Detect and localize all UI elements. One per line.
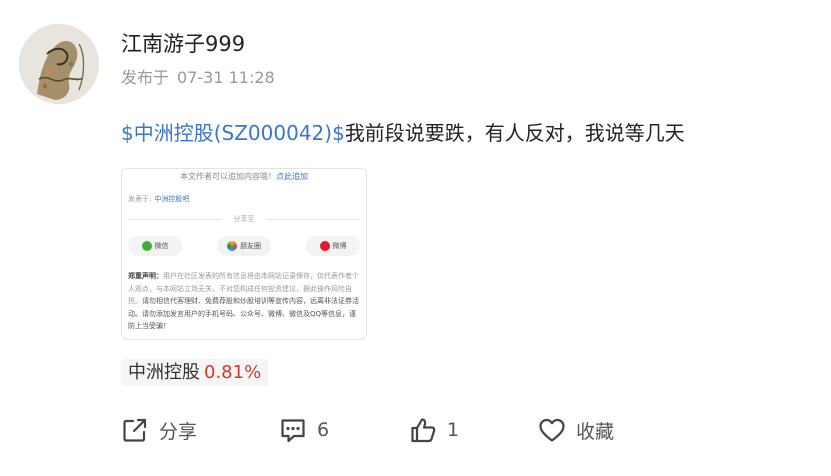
stock-tag-change: 0.81% <box>204 362 262 383</box>
comment-button[interactable]: 6 <box>279 413 329 447</box>
share-label: 分享 <box>159 420 198 443</box>
posted-in-label: 发表于: <box>128 195 152 203</box>
post-time: 07-31 11:28 <box>177 68 275 87</box>
append-notice-text: 本文作者可以追加内容哦！ <box>180 172 276 181</box>
divider <box>266 219 360 220</box>
avatar[interactable] <box>19 24 99 104</box>
like-button[interactable]: 1 <box>409 413 459 447</box>
post-text: 我前段说要跌，有人反对，我说等几天 <box>344 121 685 145</box>
wechat-icon <box>141 241 152 251</box>
heart-icon <box>539 418 565 442</box>
moments-icon <box>227 241 237 251</box>
disclaimer: 郑重声明：用户在社区发表的所有信息将由本网站记录保存，仅代表作者个人观点，与本网… <box>128 270 360 333</box>
comment-icon <box>281 419 305 443</box>
share-button[interactable]: 分享 <box>121 413 197 447</box>
avatar-image <box>19 24 99 104</box>
append-link: 点此追加 <box>276 172 308 181</box>
author-name[interactable]: 江南游子999 <box>121 28 245 58</box>
like-count: 1 <box>447 419 460 441</box>
stock-tag[interactable]: 中洲控股 0.81% <box>121 359 269 386</box>
comment-count: 6 <box>317 419 330 441</box>
share-wechat-button: 微信 <box>128 236 182 256</box>
post-time-prefix: 发布于 <box>121 68 170 87</box>
thumbs-up-icon <box>411 418 436 443</box>
share-moments-button: 朋友圈 <box>217 236 271 256</box>
stock-tag-name: 中洲控股 <box>128 362 200 383</box>
posted-in-bar: 中洲控股吧 <box>154 195 190 203</box>
disclaimer-title: 郑重声明： <box>128 272 163 280</box>
post-image-card[interactable]: 本文作者可以追加内容哦！点此追加 发表于: 中洲控股吧 分享至 微信 朋友圈 微博… <box>121 168 367 340</box>
weibo-icon <box>319 241 330 251</box>
post-meta: 发布于 07-31 11:28 <box>121 64 275 88</box>
share-icon <box>123 418 147 442</box>
favorite-button[interactable]: 收藏 <box>538 413 614 447</box>
share-wechat-label: 微信 <box>154 242 169 250</box>
share-weibo-button: 微博 <box>306 236 360 256</box>
append-notice: 本文作者可以追加内容哦！点此追加 <box>122 171 366 182</box>
favorite-label: 收藏 <box>576 420 615 443</box>
disclaimer-warning: 请勿相信代客理财、免费荐股和炒股培训等宣传内容，远离非法证券活动。请勿添加发言用… <box>128 297 359 331</box>
posted-in: 发表于: 中洲控股吧 <box>128 194 189 204</box>
post-content: $中洲控股(SZ000042)$我前段说要跌，有人反对，我说等几天 <box>121 117 685 146</box>
share-moments-label: 朋友圈 <box>240 242 261 250</box>
share-weibo-label: 微博 <box>332 242 347 250</box>
stock-link[interactable]: $中洲控股(SZ000042)$ <box>121 121 345 145</box>
